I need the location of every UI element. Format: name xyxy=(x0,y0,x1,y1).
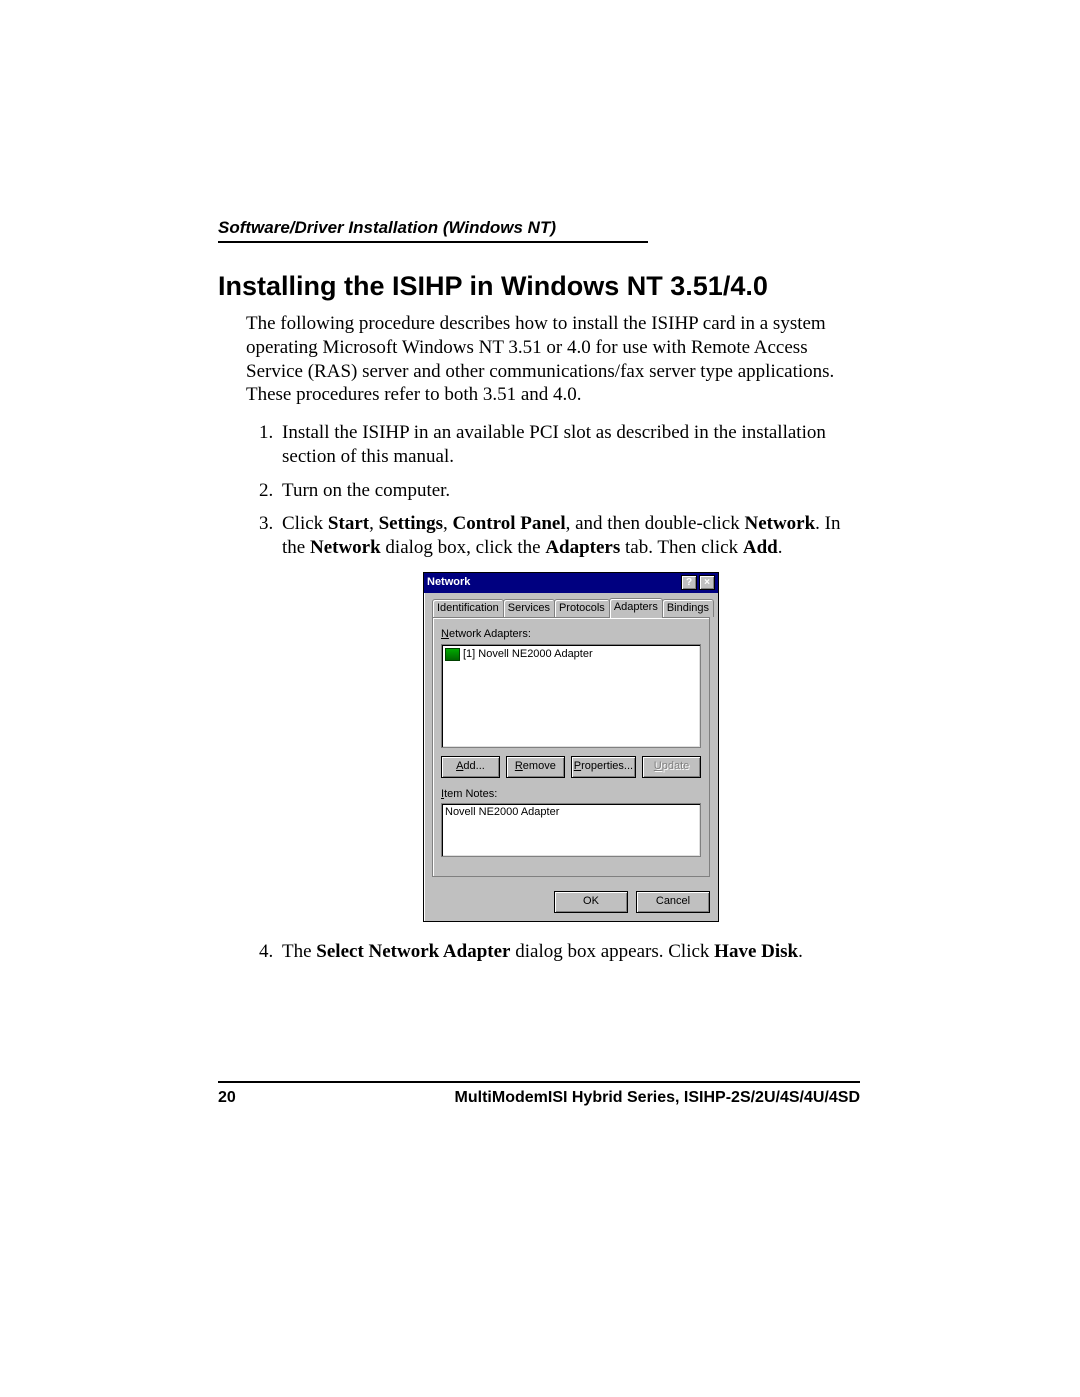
document-page: Software/Driver Installation (Windows NT… xyxy=(0,0,1080,1397)
running-header: Software/Driver Installation (Windows NT… xyxy=(218,218,648,243)
network-card-icon xyxy=(445,648,460,661)
step-2: Turn on the computer. xyxy=(278,479,860,503)
btn-text: emove xyxy=(523,760,556,772)
tab-strip: Identification Services Protocols Adapte… xyxy=(432,599,710,617)
adapters-panel: Network Adapters: [1] Novell NE2000 Adap… xyxy=(432,617,710,877)
add-button[interactable]: Add... xyxy=(441,756,500,778)
page-title: Installing the ISIHP in Windows NT 3.51/… xyxy=(218,271,860,302)
ok-button[interactable]: OK xyxy=(554,891,628,913)
footer-rule xyxy=(218,1081,860,1083)
mnemonic: U xyxy=(654,760,662,772)
tab-adapters[interactable]: Adapters xyxy=(609,598,663,618)
adapter-item-text: [1] Novell NE2000 Adapter xyxy=(463,648,593,662)
step-4-text2: dialog box appears. Click xyxy=(510,941,714,962)
step-3-bold-network2: Network xyxy=(310,537,381,558)
step-3-text2: , and then double-click xyxy=(566,513,745,534)
adapter-buttons-row: Add... Remove Properties... Update xyxy=(441,756,701,778)
step-4-bold-havedisk: Have Disk xyxy=(714,941,798,962)
close-icon[interactable]: × xyxy=(699,575,715,590)
dialog-screenshot: Network ? × Identification Services Prot… xyxy=(282,572,860,922)
tab-protocols[interactable]: Protocols xyxy=(554,599,610,617)
step-3-bold-add: Add xyxy=(743,537,778,558)
item-notes-label: Item Notes: xyxy=(441,788,701,802)
step-3-bold-adapters: Adapters xyxy=(545,537,620,558)
properties-button[interactable]: Properties... xyxy=(571,756,636,778)
step-4-end: . xyxy=(798,941,803,962)
item-notes-textbox[interactable]: Novell NE2000 Adapter xyxy=(441,803,701,857)
remove-button[interactable]: Remove xyxy=(506,756,565,778)
label-rest: tem Notes: xyxy=(444,788,497,800)
update-button: Update xyxy=(642,756,701,778)
step-3-text4: dialog box, click the xyxy=(381,537,546,558)
label-mnemonic: N xyxy=(441,628,449,640)
network-adapters-label: Network Adapters: xyxy=(441,628,701,642)
step-4-text: The xyxy=(282,941,316,962)
step-3-sep: , xyxy=(369,513,379,534)
btn-text: dd... xyxy=(463,760,484,772)
dialog-title-text: Network xyxy=(427,576,679,590)
step-3-text: Click xyxy=(282,513,328,534)
btn-text: roperties... xyxy=(581,760,633,772)
intro-paragraph: The following procedure describes how to… xyxy=(246,312,860,407)
mnemonic: R xyxy=(515,760,523,772)
list-item[interactable]: [1] Novell NE2000 Adapter xyxy=(444,647,698,663)
help-icon[interactable]: ? xyxy=(681,575,697,590)
network-dialog: Network ? × Identification Services Prot… xyxy=(423,572,719,922)
dialog-titlebar: Network ? × xyxy=(424,573,718,593)
cancel-button[interactable]: Cancel xyxy=(636,891,710,913)
dialog-footer: OK Cancel xyxy=(424,883,718,921)
step-3-bold-network: Network xyxy=(744,513,815,534)
page-number: 20 xyxy=(218,1089,236,1107)
tab-identification[interactable]: Identification xyxy=(432,599,504,617)
step-3-end: . xyxy=(778,537,783,558)
product-line: MultiModemISI Hybrid Series, ISIHP-2S/2U… xyxy=(455,1089,860,1107)
btn-text: pdate xyxy=(662,760,690,772)
dialog-body: Identification Services Protocols Adapte… xyxy=(424,593,718,883)
page-footer: 20 MultiModemISI Hybrid Series, ISIHP-2S… xyxy=(218,1081,860,1107)
tab-services[interactable]: Services xyxy=(503,599,555,617)
label-rest: etwork Adapters: xyxy=(449,628,531,640)
step-3-bold-settings: Settings xyxy=(379,513,443,534)
tab-bindings[interactable]: Bindings xyxy=(662,599,714,617)
step-3-text5: tab. Then click xyxy=(620,537,743,558)
adapters-listbox[interactable]: [1] Novell NE2000 Adapter xyxy=(441,644,701,748)
step-4-bold-sna: Select Network Adapter xyxy=(316,941,510,962)
step-1: Install the ISIHP in an available PCI sl… xyxy=(278,421,860,469)
step-4: The Select Network Adapter dialog box ap… xyxy=(278,940,860,964)
step-3-bold-cp: Control Panel xyxy=(452,513,565,534)
step-3-bold-start: Start xyxy=(328,513,369,534)
procedure-list: Install the ISIHP in an available PCI sl… xyxy=(246,421,860,964)
step-3: Click Start, Settings, Control Panel, an… xyxy=(278,512,860,922)
